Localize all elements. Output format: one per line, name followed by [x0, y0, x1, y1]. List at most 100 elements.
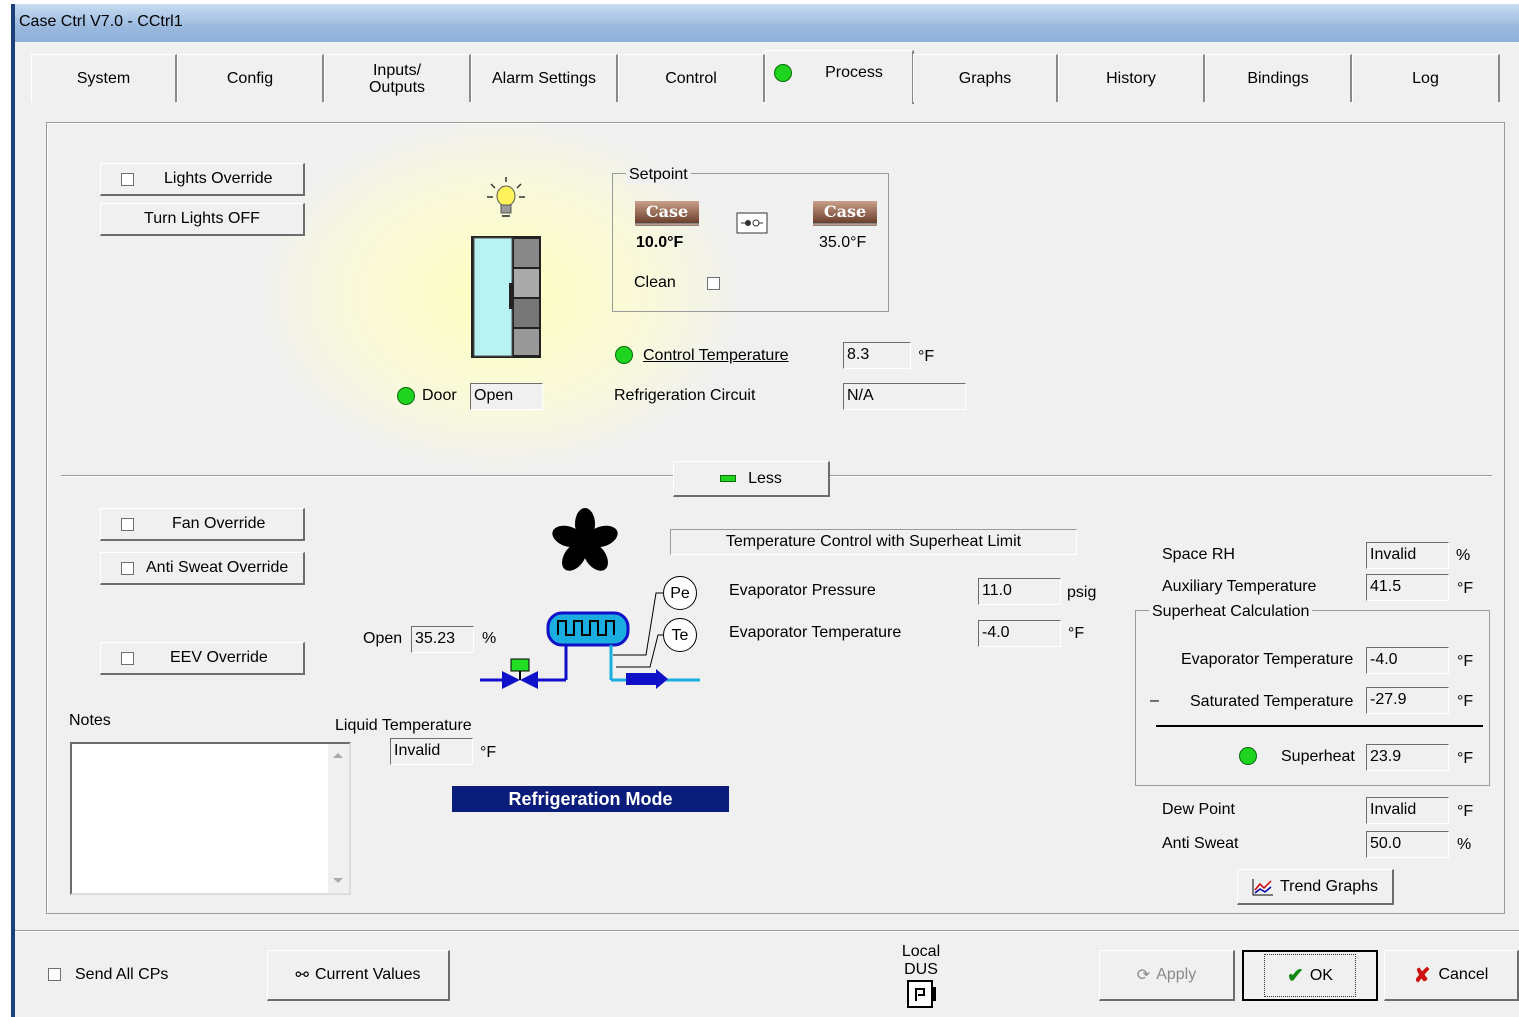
eev-open-value: 35.23	[411, 626, 474, 653]
anti-sweat-override-button[interactable]: Anti Sweat Override	[100, 552, 305, 585]
dew-point-value: Invalid	[1366, 797, 1449, 824]
dew-point-label: Dew Point	[1162, 801, 1235, 818]
collapse-icon	[720, 475, 737, 482]
sh-evaporator-temperature-unit: °F	[1457, 653, 1474, 670]
anti-sweat-unit: %	[1457, 836, 1472, 853]
less-button[interactable]: Less	[673, 461, 830, 497]
scroll-up-icon[interactable]	[333, 753, 343, 758]
eev-override-checkbox[interactable]	[121, 651, 134, 665]
process-tab-status-led	[774, 64, 792, 82]
apply-button[interactable]: ⟳ Apply	[1099, 950, 1235, 1001]
liquid-temperature-unit: °F	[480, 744, 497, 761]
turn-lights-off-label: Turn Lights OFF	[144, 210, 260, 227]
control-temp-led	[615, 346, 633, 364]
tab-alarm-settings[interactable]: Alarm Settings	[471, 54, 618, 102]
fan-override-checkbox[interactable]	[121, 517, 134, 531]
glasses-icon: ⚯	[295, 967, 309, 984]
auxiliary-temperature-value: 41.5	[1366, 574, 1449, 601]
door-status-led	[397, 387, 415, 405]
switch-setpoint-icon[interactable]	[736, 212, 768, 234]
fan-override-label: Fan Override	[172, 515, 266, 532]
setpoint-left-value: 10.0°F	[636, 234, 684, 251]
trend-graphs-button[interactable]: Trend Graphs	[1237, 869, 1394, 905]
setpoint-legend: Setpoint	[626, 166, 691, 184]
current-values-label: Current Values	[314, 966, 421, 983]
trend-graphs-label: Trend Graphs	[1279, 877, 1379, 895]
tab-history[interactable]: History	[1058, 54, 1205, 102]
evaporator-pressure-value: 11.0	[978, 578, 1061, 605]
eev-override-label: EEV Override	[170, 649, 268, 666]
sh-evaporator-temperature-label: Evaporator Temperature	[1181, 651, 1354, 668]
clean-label: Clean	[634, 274, 676, 291]
tab-log[interactable]: Log	[1352, 54, 1500, 102]
send-all-cps-checkbox[interactable]	[48, 968, 61, 981]
tab-config[interactable]: Config	[177, 54, 324, 102]
eev-open-label: Open	[363, 630, 403, 647]
superheat-label: Superheat	[1281, 748, 1355, 765]
control-temperature-value: 8.3	[843, 342, 911, 369]
trend-graph-icon	[1252, 878, 1273, 895]
tab-control[interactable]: Control	[618, 54, 765, 102]
space-rh-label: Space RH	[1162, 546, 1235, 563]
space-rh-value: Invalid	[1366, 542, 1449, 569]
temperature-sensor-te: Te	[663, 618, 697, 652]
clean-checkbox[interactable]	[707, 277, 720, 290]
saturated-temperature-label: Saturated Temperature	[1190, 693, 1354, 710]
case-badge-right: Case	[813, 201, 877, 226]
notes-textarea[interactable]	[70, 742, 351, 895]
subtraction-line	[1156, 725, 1483, 727]
local-label: Local	[901, 943, 941, 960]
space-rh-unit: %	[1456, 547, 1471, 564]
refrigeration-circuit-value: N/A	[843, 383, 966, 410]
apply-refresh-icon: ⟳	[1136, 967, 1151, 984]
minus-sign: –	[1150, 692, 1159, 709]
refrigeration-mode-banner: Refrigeration Mode	[452, 786, 729, 812]
anti-sweat-override-label: Anti Sweat Override	[146, 559, 289, 576]
evaporator-temperature-label: Evaporator Temperature	[729, 624, 902, 641]
pressure-sensor-pe: Pe	[663, 576, 697, 610]
tab-graphs[interactable]: Graphs	[913, 54, 1058, 102]
eev-override-button[interactable]: EEV Override	[100, 642, 305, 675]
ok-label: OK	[1309, 966, 1333, 984]
window-title: Case Ctrl V7.0 - CCtrl1	[19, 13, 183, 30]
liquid-temperature-value: Invalid	[390, 738, 473, 765]
liquid-temperature-label: Liquid Temperature	[335, 717, 472, 734]
tab-bindings[interactable]: Bindings	[1205, 54, 1352, 102]
cancel-button[interactable]: ✘ Cancel	[1384, 950, 1519, 1001]
lights-override-checkbox[interactable]	[121, 172, 134, 186]
cancel-x-icon: ✘	[1413, 964, 1431, 987]
superheat-led	[1239, 747, 1257, 765]
cancel-label: Cancel	[1438, 966, 1489, 983]
auxiliary-temperature-label: Auxiliary Temperature	[1162, 578, 1317, 595]
lights-override-button[interactable]: Lights Override	[100, 163, 305, 196]
display-case-icon	[471, 236, 541, 358]
superheat-unit: °F	[1457, 750, 1474, 767]
eev-open-unit: %	[482, 630, 497, 647]
fan-override-button[interactable]: Fan Override	[100, 508, 305, 541]
turn-lights-off-button[interactable]: Turn Lights OFF	[100, 203, 305, 236]
evaporator-temperature-value: -4.0	[978, 620, 1061, 647]
anti-sweat-override-checkbox[interactable]	[121, 561, 134, 575]
sh-evaporator-temperature-value: -4.0	[1366, 647, 1449, 674]
tab-system[interactable]: System	[31, 54, 177, 102]
tab-inputs-outputs[interactable]: Inputs/ Outputs	[324, 54, 471, 102]
light-bulb-icon	[487, 177, 525, 217]
ok-button[interactable]: ✔ OK	[1242, 950, 1378, 1001]
title-bar[interactable]: Case Ctrl V7.0 - CCtrl1	[11, 4, 1519, 42]
evaporator-pressure-unit: psig	[1067, 584, 1097, 601]
door-label: Door	[422, 387, 457, 404]
saturated-temperature-value: -27.9	[1366, 687, 1449, 714]
checkmark-icon: ✔	[1287, 965, 1304, 987]
apply-label: Apply	[1156, 966, 1197, 983]
send-all-cps-label: Send All CPs	[75, 966, 169, 983]
anti-sweat-value: 50.0	[1366, 831, 1449, 858]
dus-label: DUS	[904, 961, 938, 978]
scroll-down-icon[interactable]	[333, 878, 343, 883]
control-temperature-link[interactable]: Control Temperature	[643, 347, 789, 365]
local-dus-icon	[907, 980, 936, 1008]
notes-scrollbar[interactable]	[328, 744, 349, 893]
current-values-button[interactable]: ⚯ Current Values	[267, 950, 450, 1001]
notes-label: Notes	[69, 712, 111, 729]
control-mode-banner: Temperature Control with Superheat Limit	[670, 529, 1077, 555]
case-badge-left: Case	[635, 201, 699, 226]
